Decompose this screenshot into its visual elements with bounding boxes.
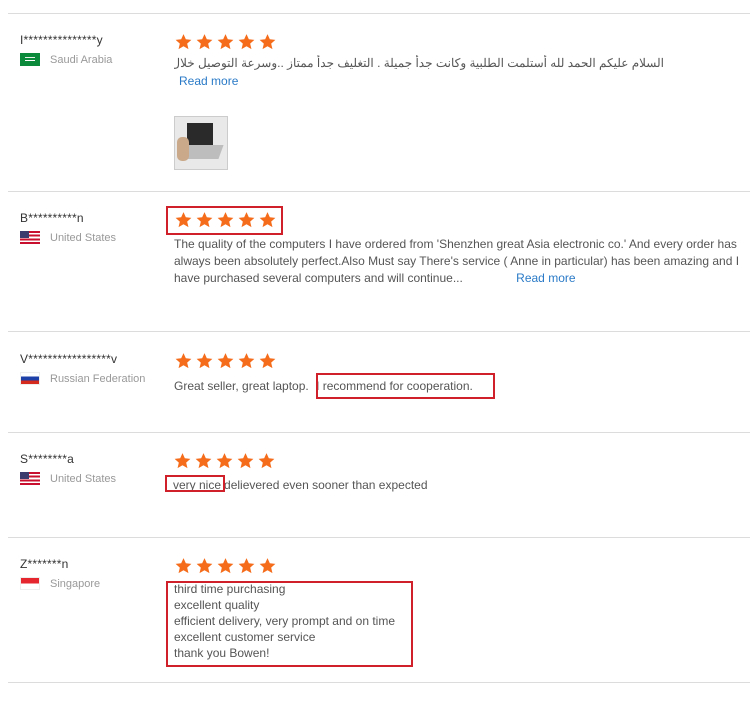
reviewer-info: Z*******n Singapore bbox=[20, 557, 160, 590]
reviewer-country: Russian Federation bbox=[20, 372, 160, 385]
review-body: very nice delievered even sooner than exp… bbox=[173, 452, 745, 494]
divider bbox=[8, 331, 750, 332]
highlight-box bbox=[166, 206, 283, 235]
read-more-link[interactable]: Read more bbox=[516, 271, 575, 285]
singapore-flag-icon bbox=[20, 577, 40, 590]
star-rating bbox=[174, 352, 746, 372]
reviewer-name: Z*******n bbox=[20, 557, 69, 571]
country-label: United States bbox=[50, 231, 117, 244]
star-icon bbox=[174, 557, 193, 575]
star-rating bbox=[173, 452, 745, 472]
star-icon bbox=[173, 452, 192, 470]
reviewer-country: Singapore bbox=[20, 577, 160, 590]
star-icon bbox=[195, 557, 214, 575]
reviewer-name: V*****************v bbox=[20, 352, 118, 366]
divider bbox=[8, 682, 750, 683]
country-label: United States bbox=[50, 472, 117, 485]
star-icon bbox=[258, 33, 277, 51]
star-icon bbox=[257, 452, 276, 470]
star-icon bbox=[237, 557, 256, 575]
country-label: Saudi Arabia bbox=[50, 53, 113, 66]
review-text-content: The quality of the computers I have orde… bbox=[174, 237, 740, 285]
highlight-box bbox=[316, 373, 495, 399]
star-icon bbox=[215, 452, 234, 470]
highlight-box bbox=[166, 581, 413, 667]
country-label: Russian Federation bbox=[50, 372, 146, 385]
review-text: very nice delievered even sooner than exp… bbox=[173, 477, 745, 494]
united-states-flag-icon bbox=[20, 472, 40, 485]
star-rating bbox=[174, 557, 746, 577]
star-icon bbox=[236, 452, 255, 470]
reviewer-country: United States bbox=[20, 472, 160, 485]
reviewer-country: Saudi Arabia bbox=[20, 53, 160, 66]
review-body: السلام عليكم الحمد لله أستلمت الطلبية وك… bbox=[174, 33, 746, 170]
star-icon bbox=[174, 33, 193, 51]
star-icon bbox=[216, 557, 235, 575]
saudi-arabia-flag-icon bbox=[20, 53, 40, 66]
star-icon bbox=[258, 352, 277, 370]
review-item: B**********n United States The quality o… bbox=[0, 211, 750, 331]
reviewer-country: United States bbox=[20, 231, 160, 244]
star-icon bbox=[195, 352, 214, 370]
united-states-flag-icon bbox=[20, 231, 40, 244]
divider bbox=[8, 13, 750, 14]
review-text: السلام عليكم الحمد لله أستلمت الطلبية وك… bbox=[174, 56, 664, 70]
star-icon bbox=[216, 33, 235, 51]
star-icon bbox=[216, 352, 235, 370]
review-item: I***************y Saudi Arabia السلام عل… bbox=[0, 33, 750, 191]
reviewer-name: I***************y bbox=[20, 33, 103, 47]
star-rating bbox=[174, 33, 746, 53]
reviewer-info: I***************y Saudi Arabia bbox=[20, 33, 160, 66]
reviewer-info: B**********n United States bbox=[20, 211, 160, 244]
star-icon bbox=[237, 33, 256, 51]
star-icon bbox=[174, 352, 193, 370]
reviewer-name: B**********n bbox=[20, 211, 84, 225]
review-text-part: Great seller, great laptop. bbox=[174, 379, 309, 393]
country-label: Singapore bbox=[50, 577, 101, 590]
divider bbox=[8, 432, 750, 433]
reviewer-name: S********a bbox=[20, 452, 75, 466]
review-photo-thumbnail[interactable] bbox=[174, 116, 228, 170]
reviewer-info: V*****************v Russian Federation bbox=[20, 352, 160, 385]
star-icon bbox=[258, 557, 277, 575]
read-more-link[interactable]: Read more bbox=[179, 74, 238, 88]
review-text-part: delievered even sooner than expected bbox=[224, 478, 428, 492]
divider bbox=[8, 537, 750, 538]
reviewer-info: S********a United States bbox=[20, 452, 160, 485]
highlight-box bbox=[165, 475, 225, 492]
divider bbox=[8, 191, 750, 192]
star-icon bbox=[237, 352, 256, 370]
review-text: The quality of the computers I have orde… bbox=[174, 236, 746, 287]
star-icon bbox=[195, 33, 214, 51]
review-item: S********a United States very nice deliev… bbox=[0, 452, 750, 537]
russia-flag-icon bbox=[20, 372, 40, 385]
star-icon bbox=[194, 452, 213, 470]
